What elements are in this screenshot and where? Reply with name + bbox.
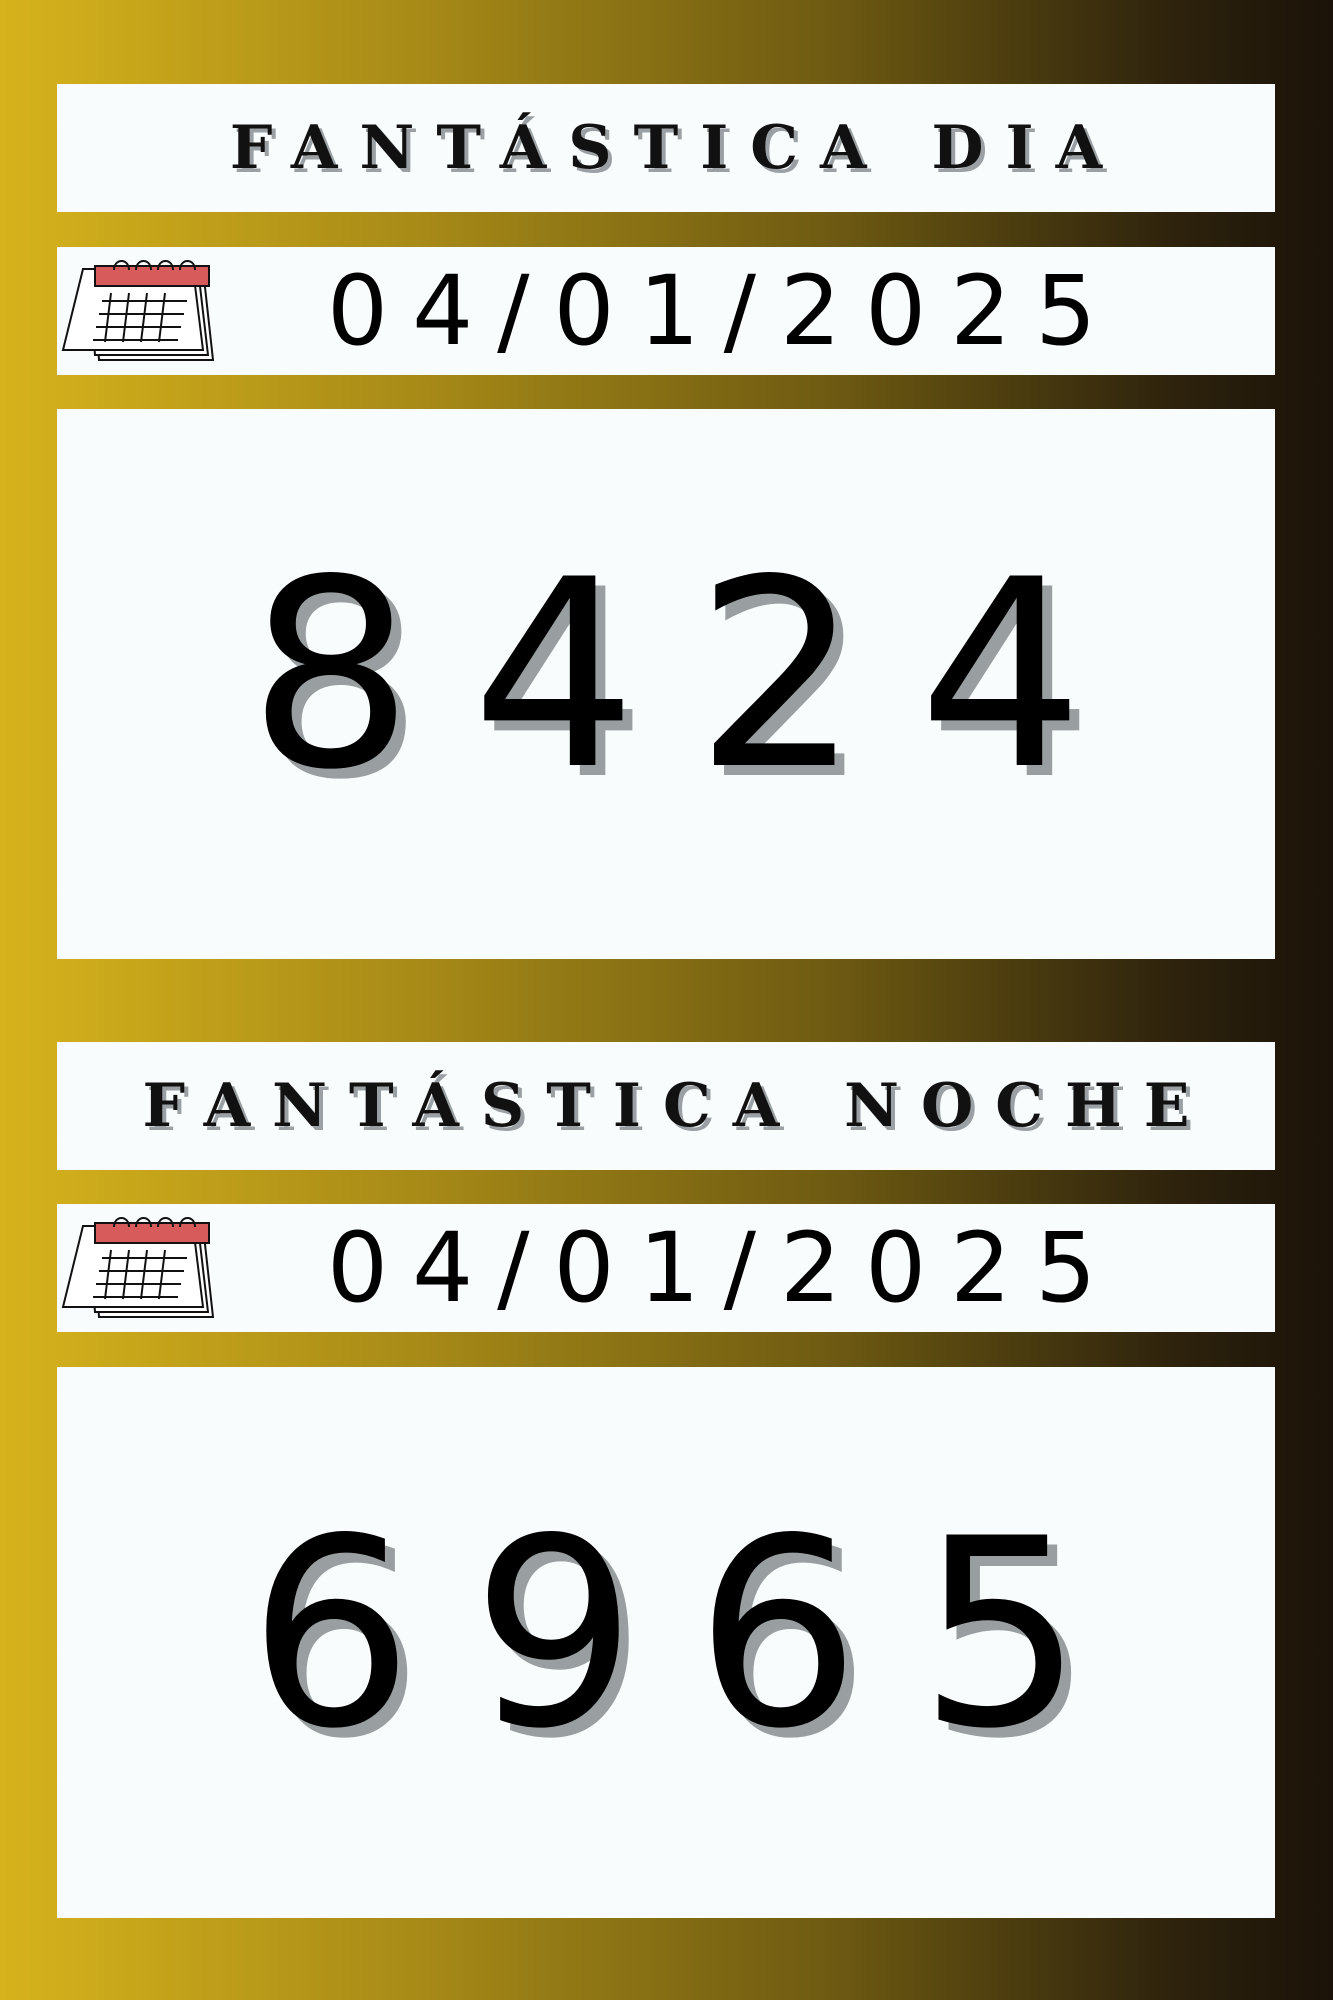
noche-date: 04/01/2025: [327, 1212, 1121, 1324]
noche-number: 6965: [248, 1483, 1142, 1786]
calendar-icon: [57, 1204, 222, 1332]
noche-number-panel: 6965: [57, 1367, 1275, 1918]
dia-title-panel: FANTÁSTICA DIA: [57, 84, 1275, 212]
dia-title: FANTÁSTICA DIA: [229, 113, 1125, 183]
dia-number: 8424: [248, 525, 1142, 827]
noche-title: FANTÁSTICA NOCHE: [142, 1071, 1212, 1141]
noche-date-panel: 04/01/2025: [57, 1204, 1275, 1332]
dia-number-panel: 8424: [57, 409, 1275, 959]
calendar-icon: [57, 247, 222, 375]
dia-date: 04/01/2025: [327, 255, 1121, 367]
noche-title-panel: FANTÁSTICA NOCHE: [57, 1042, 1275, 1170]
dia-date-panel: 04/01/2025: [57, 247, 1275, 375]
